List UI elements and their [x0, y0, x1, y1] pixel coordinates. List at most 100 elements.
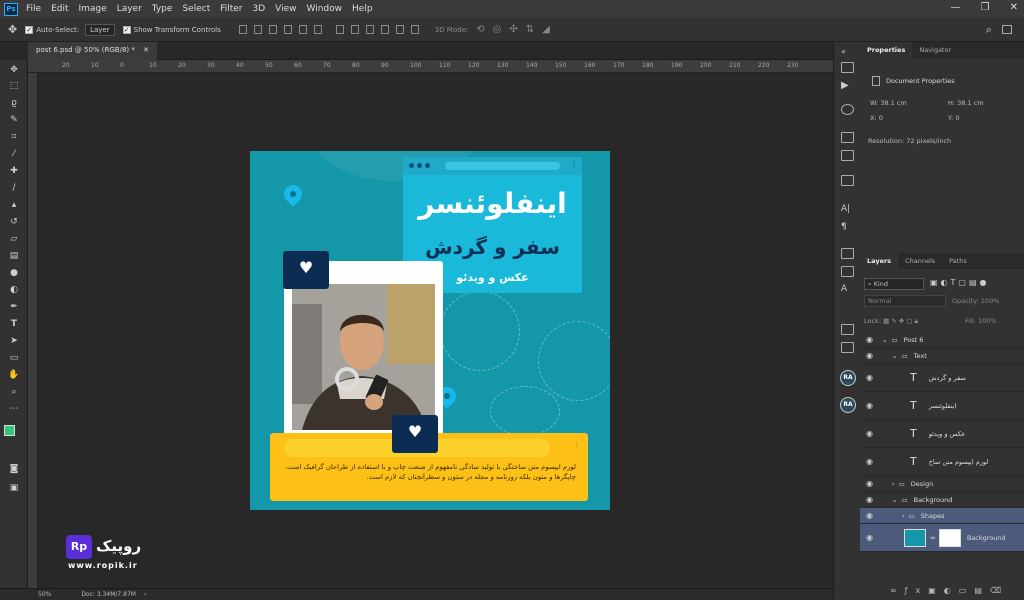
align-bottom-icon[interactable] — [268, 25, 277, 34]
layer-text-influencer[interactable]: ◉ T اینفلوئنسر — [860, 392, 1024, 420]
menu-filter[interactable]: Filter — [220, 4, 242, 14]
lasso-tool-icon[interactable]: ϱ — [7, 97, 21, 110]
menu-layer[interactable]: Layer — [117, 4, 142, 14]
clone-source-icon[interactable] — [841, 266, 854, 277]
auto-select-checkbox[interactable]: ✓ Auto-Select: — [25, 25, 79, 34]
expand-icon[interactable]: ⌄ — [892, 496, 897, 504]
expand-icon[interactable]: ⌄ — [882, 336, 887, 344]
quick-mask-icon[interactable]: ◙ — [7, 463, 21, 476]
distribute-bottom-icon[interactable] — [365, 25, 374, 34]
swatches-panel-icon[interactable] — [841, 175, 854, 186]
plugin-ra-icon[interactable]: RA — [840, 397, 856, 413]
layer-background[interactable]: ◉ ∞ Background — [860, 524, 1024, 552]
actions-panel-icon[interactable]: ▶ — [841, 80, 854, 91]
visibility-eye-icon[interactable]: ◉ — [866, 457, 873, 466]
visibility-eye-icon[interactable]: ◉ — [866, 479, 873, 488]
eraser-tool-icon[interactable]: ▱ — [7, 233, 21, 246]
document-tab[interactable]: post 6.psd @ 50% (RGB/8) * ✕ — [28, 42, 157, 60]
3d-slide-icon[interactable]: ⇅ — [526, 24, 534, 35]
layer-group-post6[interactable]: ◉ ⌄ ▭ Post 6 — [860, 332, 1024, 348]
gradient-tool-icon[interactable]: ▤ — [7, 250, 21, 263]
pen-tool-icon[interactable]: ✒ — [7, 301, 21, 314]
transform-controls-checkbox[interactable]: ✓ Show Transform Controls — [122, 25, 221, 34]
screen-mode-icon[interactable]: ▣ — [7, 482, 21, 495]
close-button[interactable]: ✕ — [1010, 2, 1018, 13]
menu-3d[interactable]: 3D — [253, 4, 266, 14]
layer-group-text[interactable]: ◉ ⌄ ▭ Text — [860, 348, 1024, 364]
menu-view[interactable]: View — [275, 4, 296, 14]
status-arrow-icon[interactable]: › — [144, 591, 146, 598]
layer-dropdown[interactable]: Layer — [85, 23, 115, 36]
character-panel-icon[interactable]: A| — [841, 204, 854, 215]
visibility-eye-icon[interactable]: ◉ — [866, 351, 873, 360]
collapse-icon[interactable]: « — [841, 47, 854, 58]
distribute-right-icon[interactable] — [410, 25, 419, 34]
tab-channels[interactable]: Channels — [898, 253, 942, 269]
menu-image[interactable]: Image — [79, 4, 107, 14]
link-icon[interactable]: ∞ — [930, 534, 936, 542]
marquee-tool-icon[interactable]: ⬚ — [7, 80, 21, 93]
layer-group-shapes[interactable]: ◉ › ▭ Shapes — [860, 508, 1024, 524]
layer-group-background[interactable]: ◉ ⌄ ▭ Background — [860, 492, 1024, 508]
menu-edit[interactable]: Edit — [51, 4, 68, 14]
layer-text-travel[interactable]: ◉ T سفر و گردش — [860, 364, 1024, 392]
workspace-icon[interactable] — [1002, 25, 1012, 34]
align-top-icon[interactable] — [238, 25, 247, 34]
close-tab-icon[interactable]: ✕ — [143, 46, 149, 54]
move-tool-icon[interactable]: ✥ — [7, 64, 21, 77]
hand-tool-icon[interactable]: ✋ — [7, 369, 21, 382]
tab-properties[interactable]: Properties — [860, 42, 913, 58]
width-value[interactable]: 38.1 cm — [880, 99, 906, 107]
minimize-button[interactable]: — — [951, 2, 961, 13]
align-center-icon[interactable] — [298, 25, 307, 34]
layer-filter-kind[interactable]: ⌕ Kind — [864, 278, 924, 290]
visibility-eye-icon[interactable]: ◉ — [866, 401, 873, 410]
menu-window[interactable]: Window — [307, 4, 343, 14]
foreground-color-swatch[interactable] — [4, 425, 15, 436]
visibility-eye-icon[interactable]: ◉ — [866, 335, 873, 344]
y-value[interactable]: 0 — [955, 114, 959, 122]
history-brush-icon[interactable]: ↺ — [7, 216, 21, 229]
plugin-ra-icon[interactable]: RA — [840, 370, 856, 386]
layer-text-photo-video[interactable]: ◉ T عکس و ویدئو — [860, 420, 1024, 448]
dodge-tool-icon[interactable]: ◐ — [7, 284, 21, 297]
info-panel-icon[interactable] — [841, 104, 854, 115]
layer-filter-icons[interactable]: ▣◐T▢▤● — [930, 278, 1018, 290]
distribute-center-icon[interactable] — [395, 25, 404, 34]
tab-layers[interactable]: Layers — [860, 253, 899, 269]
visibility-eye-icon[interactable]: ◉ — [866, 533, 873, 542]
3d-drag-icon[interactable]: ✣ — [509, 24, 517, 35]
search-icon[interactable]: ⌕ — [986, 23, 992, 37]
doc-size[interactable]: Doc: 3.34M/7.87M — [81, 591, 136, 598]
brush-panel-icon[interactable] — [841, 132, 854, 143]
align-right-icon[interactable] — [313, 25, 322, 34]
visibility-eye-icon[interactable]: ◉ — [866, 495, 873, 504]
lock-icons[interactable]: ▦ ✎ ✥ ▢ 🔒︎ — [883, 317, 918, 325]
tab-navigator[interactable]: Navigator — [912, 42, 958, 58]
blend-mode-dropdown[interactable]: Normal — [864, 295, 946, 307]
libraries-panel-icon[interactable] — [841, 324, 854, 335]
menu-file[interactable]: File — [26, 4, 41, 14]
3d-scale-icon[interactable]: ◢ — [542, 24, 550, 35]
healing-tool-icon[interactable]: ✚ — [7, 165, 21, 178]
3d-rotate-icon[interactable]: ⟲ — [476, 24, 484, 35]
crop-tool-icon[interactable]: ⌗ — [7, 131, 21, 144]
move-tool-icon[interactable]: ✥ — [8, 23, 17, 36]
distribute-middle-icon[interactable] — [350, 25, 359, 34]
layers-footer-icons[interactable]: ∞ƒx▣◐▭▤⌫ — [890, 586, 1009, 595]
layer-group-design[interactable]: ◉ › ▭ Design — [860, 476, 1024, 492]
menu-select[interactable]: Select — [182, 4, 210, 14]
glyphs-panel-icon[interactable]: A — [841, 284, 854, 295]
color-swatches[interactable] — [4, 425, 20, 441]
collapse-arrow-icon[interactable]: › — [902, 512, 905, 520]
adjust-panel-icon[interactable] — [841, 150, 854, 161]
blur-tool-icon[interactable]: ● — [7, 267, 21, 280]
brush-tool-icon[interactable]: ∕ — [7, 182, 21, 195]
fill-value[interactable]: 100% — [978, 317, 997, 325]
type-tool-icon[interactable]: T — [7, 318, 21, 331]
expand-icon[interactable]: ⌄ — [892, 352, 897, 360]
zoom-level[interactable]: 50% — [38, 591, 51, 598]
visibility-eye-icon[interactable]: ◉ — [866, 429, 873, 438]
tab-paths[interactable]: Paths — [942, 253, 974, 269]
3d-roll-icon[interactable]: ◎ — [493, 24, 502, 35]
